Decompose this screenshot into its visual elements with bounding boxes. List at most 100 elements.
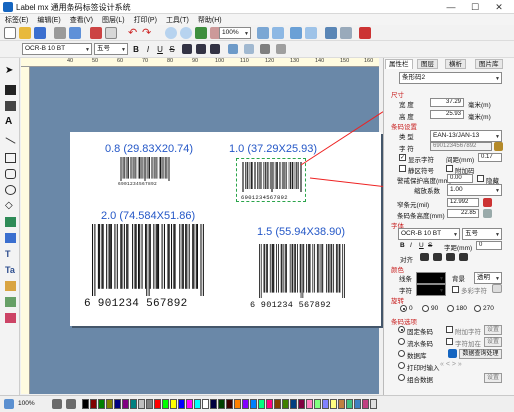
align-icon[interactable] — [257, 27, 269, 39]
zoom-out-icon[interactable] — [180, 27, 192, 39]
palette-swatch[interactable] — [114, 399, 121, 409]
barcode-large[interactable] — [92, 224, 204, 296]
palette-swatch[interactable] — [210, 399, 217, 409]
image-tool-icon[interactable] — [5, 281, 16, 291]
grid-icon[interactable] — [340, 27, 352, 39]
fill-tool-icon[interactable] — [5, 217, 16, 227]
scale-select[interactable]: 1.00 — [447, 184, 502, 196]
nav-arrows-icon[interactable]: « < > » — [440, 361, 462, 368]
bg-color-select[interactable]: 透明 — [474, 272, 502, 284]
new-icon[interactable] — [4, 27, 16, 39]
panel-align-left-icon[interactable] — [420, 253, 429, 261]
palette-swatch[interactable] — [122, 399, 129, 409]
palette-swatch[interactable] — [322, 399, 329, 409]
zoom-status-icon[interactable] — [4, 399, 14, 409]
chars-edit-icon[interactable] — [494, 142, 503, 151]
date-text-icon[interactable]: Ta — [5, 265, 16, 275]
panel-font-size-select[interactable]: 五号 — [462, 228, 502, 240]
barcode-type-select[interactable]: EAN-13/JAN-13 — [430, 130, 502, 142]
table-tool-icon[interactable] — [5, 233, 16, 243]
rect-tool-icon[interactable] — [5, 153, 16, 163]
tab-properties[interactable]: 属性栏 — [385, 59, 413, 69]
quiet-zone-checkbox[interactable] — [399, 165, 406, 172]
palette-swatch[interactable] — [258, 399, 265, 409]
src-fixed-radio[interactable] — [398, 326, 405, 333]
palette-swatch[interactable] — [138, 399, 145, 409]
palette-swatch[interactable] — [162, 399, 169, 409]
underline-button[interactable]: U — [155, 44, 165, 55]
panel-underline-button[interactable]: U — [419, 242, 424, 249]
char-fmt-set-button[interactable]: 设置 — [484, 337, 502, 347]
palette-swatch[interactable] — [266, 399, 273, 409]
layer-up-icon[interactable] — [260, 44, 270, 54]
bold-button[interactable]: B — [131, 44, 141, 55]
bar-height-icon[interactable] — [483, 209, 492, 218]
char-spacing-input[interactable]: 0 — [476, 241, 502, 250]
add-check-checkbox[interactable] — [446, 165, 453, 172]
barcode-icon[interactable] — [5, 85, 16, 95]
color-palette[interactable] — [82, 396, 382, 412]
line-color-select[interactable] — [416, 272, 446, 284]
palette-swatch[interactable] — [282, 399, 289, 409]
show-chars-checkbox[interactable]: ✓ — [399, 154, 406, 161]
palette-swatch[interactable] — [98, 399, 105, 409]
gap-input[interactable]: 0.17 — [478, 153, 502, 162]
palette-swatch[interactable] — [346, 399, 353, 409]
rotate-icon[interactable] — [228, 44, 238, 54]
rotate-90-radio[interactable] — [422, 305, 429, 312]
shape-tool-icon[interactable] — [5, 297, 16, 307]
menu-print[interactable]: 打印(P) — [129, 14, 161, 25]
bar-width-input[interactable]: 12.992 — [447, 198, 479, 207]
panel-font-select[interactable]: OCR-B 10 BT — [398, 228, 460, 240]
palette-swatch[interactable] — [106, 399, 113, 409]
nav-next-icon[interactable] — [66, 399, 76, 409]
text-tool-icon[interactable]: A — [5, 117, 16, 127]
nav-prev-icon[interactable] — [52, 399, 62, 409]
palette-swatch[interactable] — [354, 399, 361, 409]
chars-input[interactable]: 6901234567892 — [430, 142, 492, 151]
palette-swatch[interactable] — [298, 399, 305, 409]
menu-view[interactable]: 查看(V) — [65, 14, 97, 25]
redo-icon[interactable]: ↷ — [142, 27, 154, 39]
tab-horizontal[interactable]: 横析 — [445, 59, 466, 69]
layer-down-icon[interactable] — [276, 44, 286, 54]
barcode-tool-icon[interactable] — [359, 27, 371, 39]
group-icon[interactable] — [290, 27, 302, 39]
strike-button[interactable]: S — [167, 44, 177, 55]
barcode-medium[interactable] — [259, 244, 345, 298]
combo-set-button[interactable]: 设置 — [484, 373, 502, 383]
menu-tools[interactable]: 工具(T) — [161, 14, 193, 25]
save-icon[interactable] — [34, 27, 46, 39]
db-query-button[interactable]: 数据查询处理 — [459, 349, 502, 359]
palette-swatch[interactable] — [234, 399, 241, 409]
distribute-icon[interactable] — [272, 27, 284, 39]
diamond-tool-icon[interactable]: ◇ — [5, 201, 16, 211]
menu-layer[interactable]: 图层(L) — [97, 14, 129, 25]
panel-align-right-icon[interactable] — [446, 253, 455, 261]
palette-swatch[interactable] — [330, 399, 337, 409]
src-input-radio[interactable] — [398, 362, 405, 369]
font-size-select[interactable]: 五号 — [94, 43, 128, 55]
barcode-selected[interactable] — [242, 162, 302, 192]
multicolor-checkbox[interactable] — [452, 286, 459, 293]
palette-swatch[interactable] — [250, 399, 257, 409]
palette-swatch[interactable] — [178, 399, 185, 409]
palette-swatch[interactable] — [370, 399, 377, 409]
palette-swatch[interactable] — [90, 399, 97, 409]
minimize-button[interactable]: — — [442, 0, 460, 14]
palette-swatch[interactable] — [362, 399, 369, 409]
hide-checkbox[interactable] — [477, 175, 484, 182]
rfid-tool-icon[interactable] — [5, 313, 16, 323]
panel-italic-button[interactable]: I — [410, 242, 412, 249]
rotate-0-radio[interactable] — [400, 305, 407, 312]
src-db-radio[interactable] — [398, 350, 405, 357]
panel-align-center-icon[interactable] — [433, 253, 442, 261]
qrcode-icon[interactable] — [5, 101, 16, 111]
palette-swatch[interactable] — [242, 399, 249, 409]
maximize-button[interactable]: ☐ — [466, 0, 484, 14]
bar-height-input[interactable]: 22.85 — [447, 209, 479, 218]
font-select[interactable]: OCR-B 10 BT — [22, 43, 92, 55]
open-icon[interactable] — [19, 27, 31, 39]
label-page[interactable]: 0.8 (29.83X20.74) 1.0 (37.29X25.93) 2.0 … — [70, 132, 381, 326]
fit-icon[interactable] — [195, 27, 207, 39]
